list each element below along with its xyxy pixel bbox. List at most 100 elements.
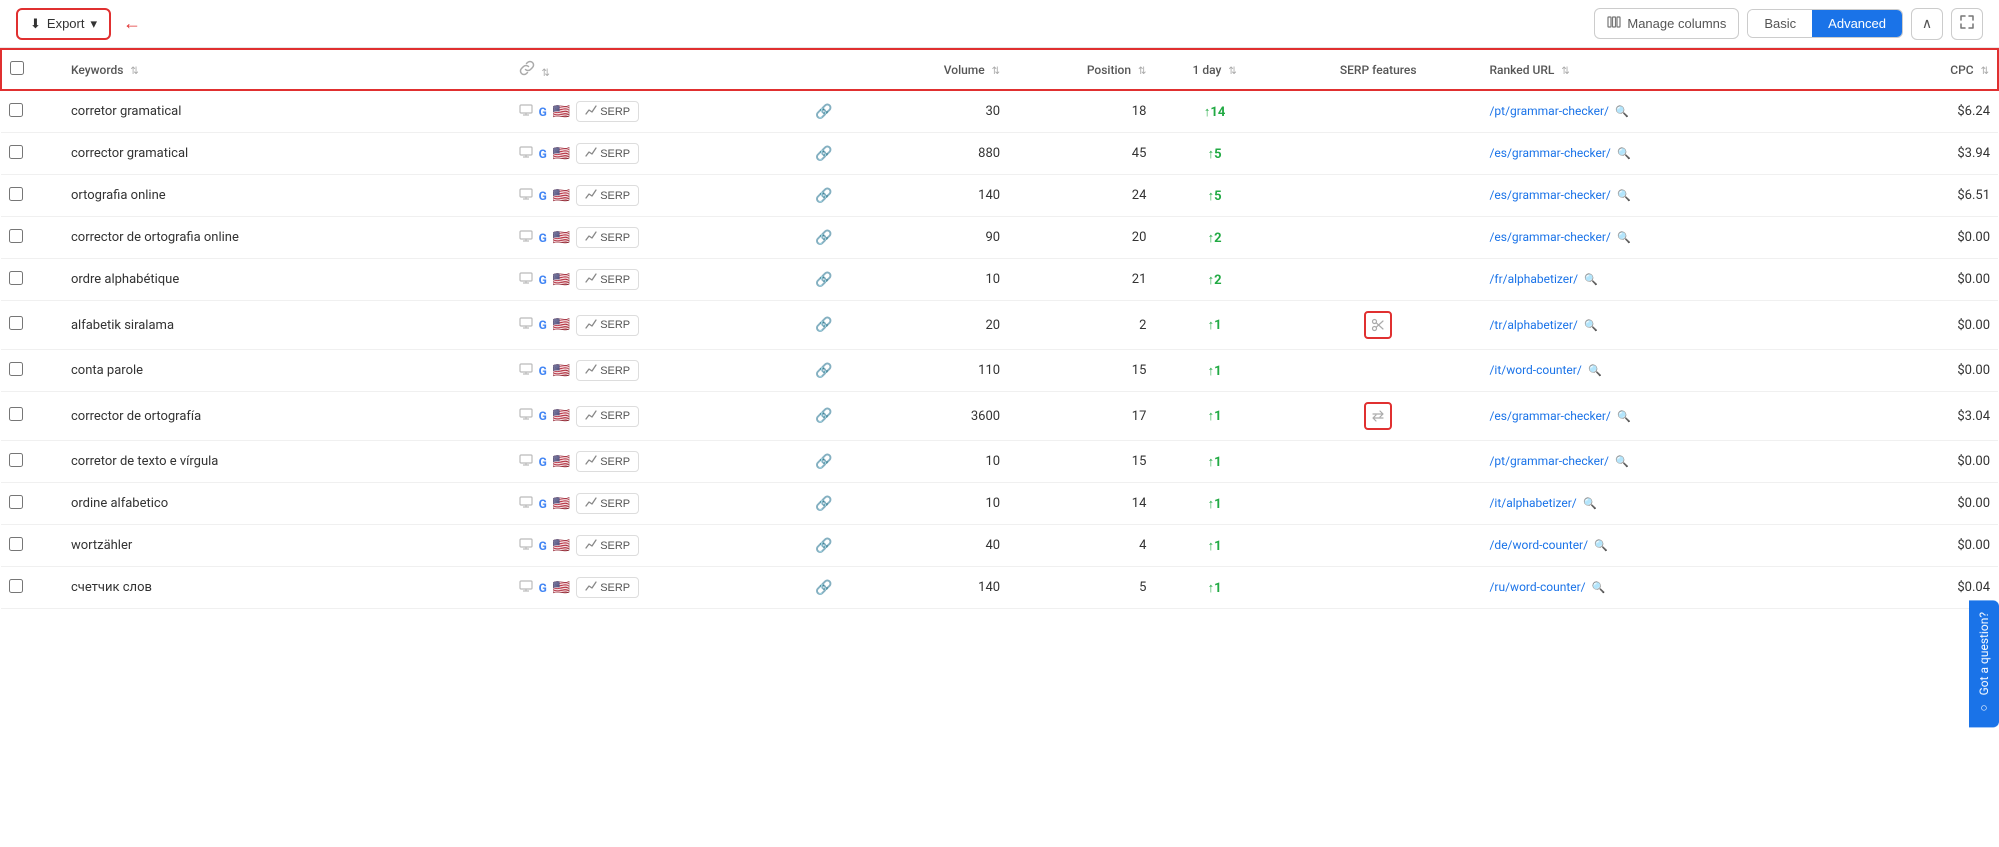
row-checkbox[interactable] — [9, 229, 23, 243]
row-checkbox[interactable] — [9, 407, 23, 421]
url-search-icon[interactable]: 🔍 — [1617, 410, 1631, 423]
row-checkbox[interactable] — [9, 495, 23, 509]
tools-cell: G 🇺🇸 SERP — [511, 483, 786, 525]
ranked-url-link[interactable]: /fr/alphabetizer/ — [1489, 272, 1578, 286]
chart-icon — [585, 497, 597, 510]
url-search-icon[interactable]: 🔍 — [1584, 319, 1598, 332]
serp-button[interactable]: SERP — [576, 269, 639, 290]
row-checkbox-cell[interactable] — [1, 175, 63, 217]
url-search-icon[interactable]: 🔍 — [1584, 273, 1598, 286]
tools-icons: G 🇺🇸 SERP — [519, 406, 778, 427]
ranked-url-link[interactable]: /it/alphabetizer/ — [1489, 496, 1576, 510]
volume-sort-icon: ⇅ — [992, 66, 1000, 77]
row-checkbox-cell[interactable] — [1, 217, 63, 259]
row-checkbox-cell[interactable] — [1, 301, 63, 350]
ranked-url-link[interactable]: /pt/grammar-checker/ — [1489, 104, 1609, 118]
url-search-icon[interactable]: 🔍 — [1615, 105, 1629, 118]
serp-features-cell — [1275, 525, 1482, 567]
row-checkbox-cell[interactable] — [1, 350, 63, 392]
serp-button[interactable]: SERP — [576, 360, 639, 381]
url-search-icon[interactable]: 🔍 — [1594, 539, 1608, 552]
ranked-url-link[interactable]: /es/grammar-checker/ — [1489, 188, 1610, 202]
ranked-url-link[interactable]: /tr/alphabetizer/ — [1489, 318, 1577, 332]
row-checkbox-cell[interactable] — [1, 90, 63, 133]
volume-column-header[interactable]: Volume ⇅ — [862, 49, 1008, 90]
export-button[interactable]: ⬇ Export ▾ — [16, 8, 111, 40]
chart-icon — [585, 539, 597, 552]
url-sort-icon: ⇅ — [1561, 66, 1569, 77]
row-checkbox[interactable] — [9, 453, 23, 467]
monitor-icon — [519, 230, 533, 246]
volume-cell: 10 — [862, 441, 1008, 483]
serp-button[interactable]: SERP — [576, 577, 639, 598]
url-search-icon[interactable]: 🔍 — [1615, 455, 1629, 468]
select-all-header[interactable] — [1, 49, 63, 90]
row-checkbox[interactable] — [9, 537, 23, 551]
serp-button[interactable]: SERP — [576, 101, 639, 122]
row-checkbox-cell[interactable] — [1, 567, 63, 609]
oneday-column-header[interactable]: 1 day ⇅ — [1154, 49, 1275, 90]
cpc-value: $6.24 — [1957, 104, 1990, 119]
ranked-url-link[interactable]: /it/word-counter/ — [1489, 363, 1581, 377]
basic-view-button[interactable]: Basic — [1748, 10, 1812, 37]
advanced-view-button[interactable]: Advanced — [1812, 10, 1902, 37]
row-checkbox[interactable] — [9, 103, 23, 117]
row-checkbox-cell[interactable] — [1, 259, 63, 301]
ranked-url-link[interactable]: /ru/word-counter/ — [1489, 580, 1585, 594]
serp-button[interactable]: SERP — [576, 315, 639, 336]
ranked-url-link[interactable]: /es/grammar-checker/ — [1489, 146, 1610, 160]
row-checkbox-cell[interactable] — [1, 133, 63, 175]
row-checkbox[interactable] — [9, 271, 23, 285]
row-checkbox-cell[interactable] — [1, 441, 63, 483]
url-search-icon[interactable]: 🔍 — [1592, 581, 1606, 594]
google-icon: G — [539, 455, 547, 469]
select-all-checkbox[interactable] — [10, 61, 24, 75]
monitor-icon — [519, 363, 533, 379]
chain-cell: 🔗 — [786, 301, 862, 350]
url-search-icon[interactable]: 🔍 — [1588, 364, 1602, 377]
serp-btn-label: SERP — [600, 319, 630, 331]
row-checkbox[interactable] — [9, 145, 23, 159]
ranked-url-link[interactable]: /de/word-counter/ — [1489, 538, 1588, 552]
serp-button[interactable]: SERP — [576, 406, 639, 427]
row-checkbox[interactable] — [9, 362, 23, 376]
ranked-url-link[interactable]: /es/grammar-checker/ — [1489, 230, 1610, 244]
google-icon: G — [539, 581, 547, 595]
oneday-cell: ↑1 — [1154, 441, 1275, 483]
url-search-icon[interactable]: 🔍 — [1583, 497, 1597, 510]
cpc-column-header[interactable]: CPC ⇅ — [1860, 49, 1998, 90]
ranked-url-link[interactable]: /pt/grammar-checker/ — [1489, 454, 1609, 468]
position-cell: 20 — [1008, 217, 1154, 259]
url-search-icon[interactable]: 🔍 — [1617, 189, 1631, 202]
row-checkbox[interactable] — [9, 579, 23, 593]
volume-cell: 90 — [862, 217, 1008, 259]
url-column-header[interactable]: Ranked URL ⇅ — [1481, 49, 1860, 90]
serp-button[interactable]: SERP — [576, 227, 639, 248]
serp-button[interactable]: SERP — [576, 535, 639, 556]
monitor-icon — [519, 538, 533, 554]
row-checkbox[interactable] — [9, 316, 23, 330]
row-checkbox-cell[interactable] — [1, 525, 63, 567]
volume-cell: 40 — [862, 525, 1008, 567]
position-column-header[interactable]: Position ⇅ — [1008, 49, 1154, 90]
serp-button[interactable]: SERP — [576, 185, 639, 206]
volume-cell: 3600 — [862, 392, 1008, 441]
position-value: 18 — [1132, 104, 1147, 119]
arrow-indicator: ← — [123, 13, 141, 34]
collapse-button[interactable]: ∧ — [1911, 8, 1943, 40]
serp-button[interactable]: SERP — [576, 493, 639, 514]
row-checkbox[interactable] — [9, 187, 23, 201]
row-checkbox-cell[interactable] — [1, 392, 63, 441]
us-flag-icon: 🇺🇸 — [553, 317, 570, 333]
got-question-button[interactable]: ○ Got a question? — [1969, 600, 1999, 727]
row-checkbox-cell[interactable] — [1, 483, 63, 525]
monitor-icon — [519, 580, 533, 596]
url-search-icon[interactable]: 🔍 — [1617, 147, 1631, 160]
serp-button[interactable]: SERP — [576, 143, 639, 164]
keyword-column-header[interactable]: Keywords ⇅ — [63, 49, 511, 90]
url-search-icon[interactable]: 🔍 — [1617, 231, 1631, 244]
serp-button[interactable]: SERP — [576, 451, 639, 472]
ranked-url-link[interactable]: /es/grammar-checker/ — [1489, 409, 1610, 423]
manage-columns-button[interactable]: Manage columns — [1594, 8, 1739, 39]
expand-button[interactable] — [1951, 8, 1983, 40]
